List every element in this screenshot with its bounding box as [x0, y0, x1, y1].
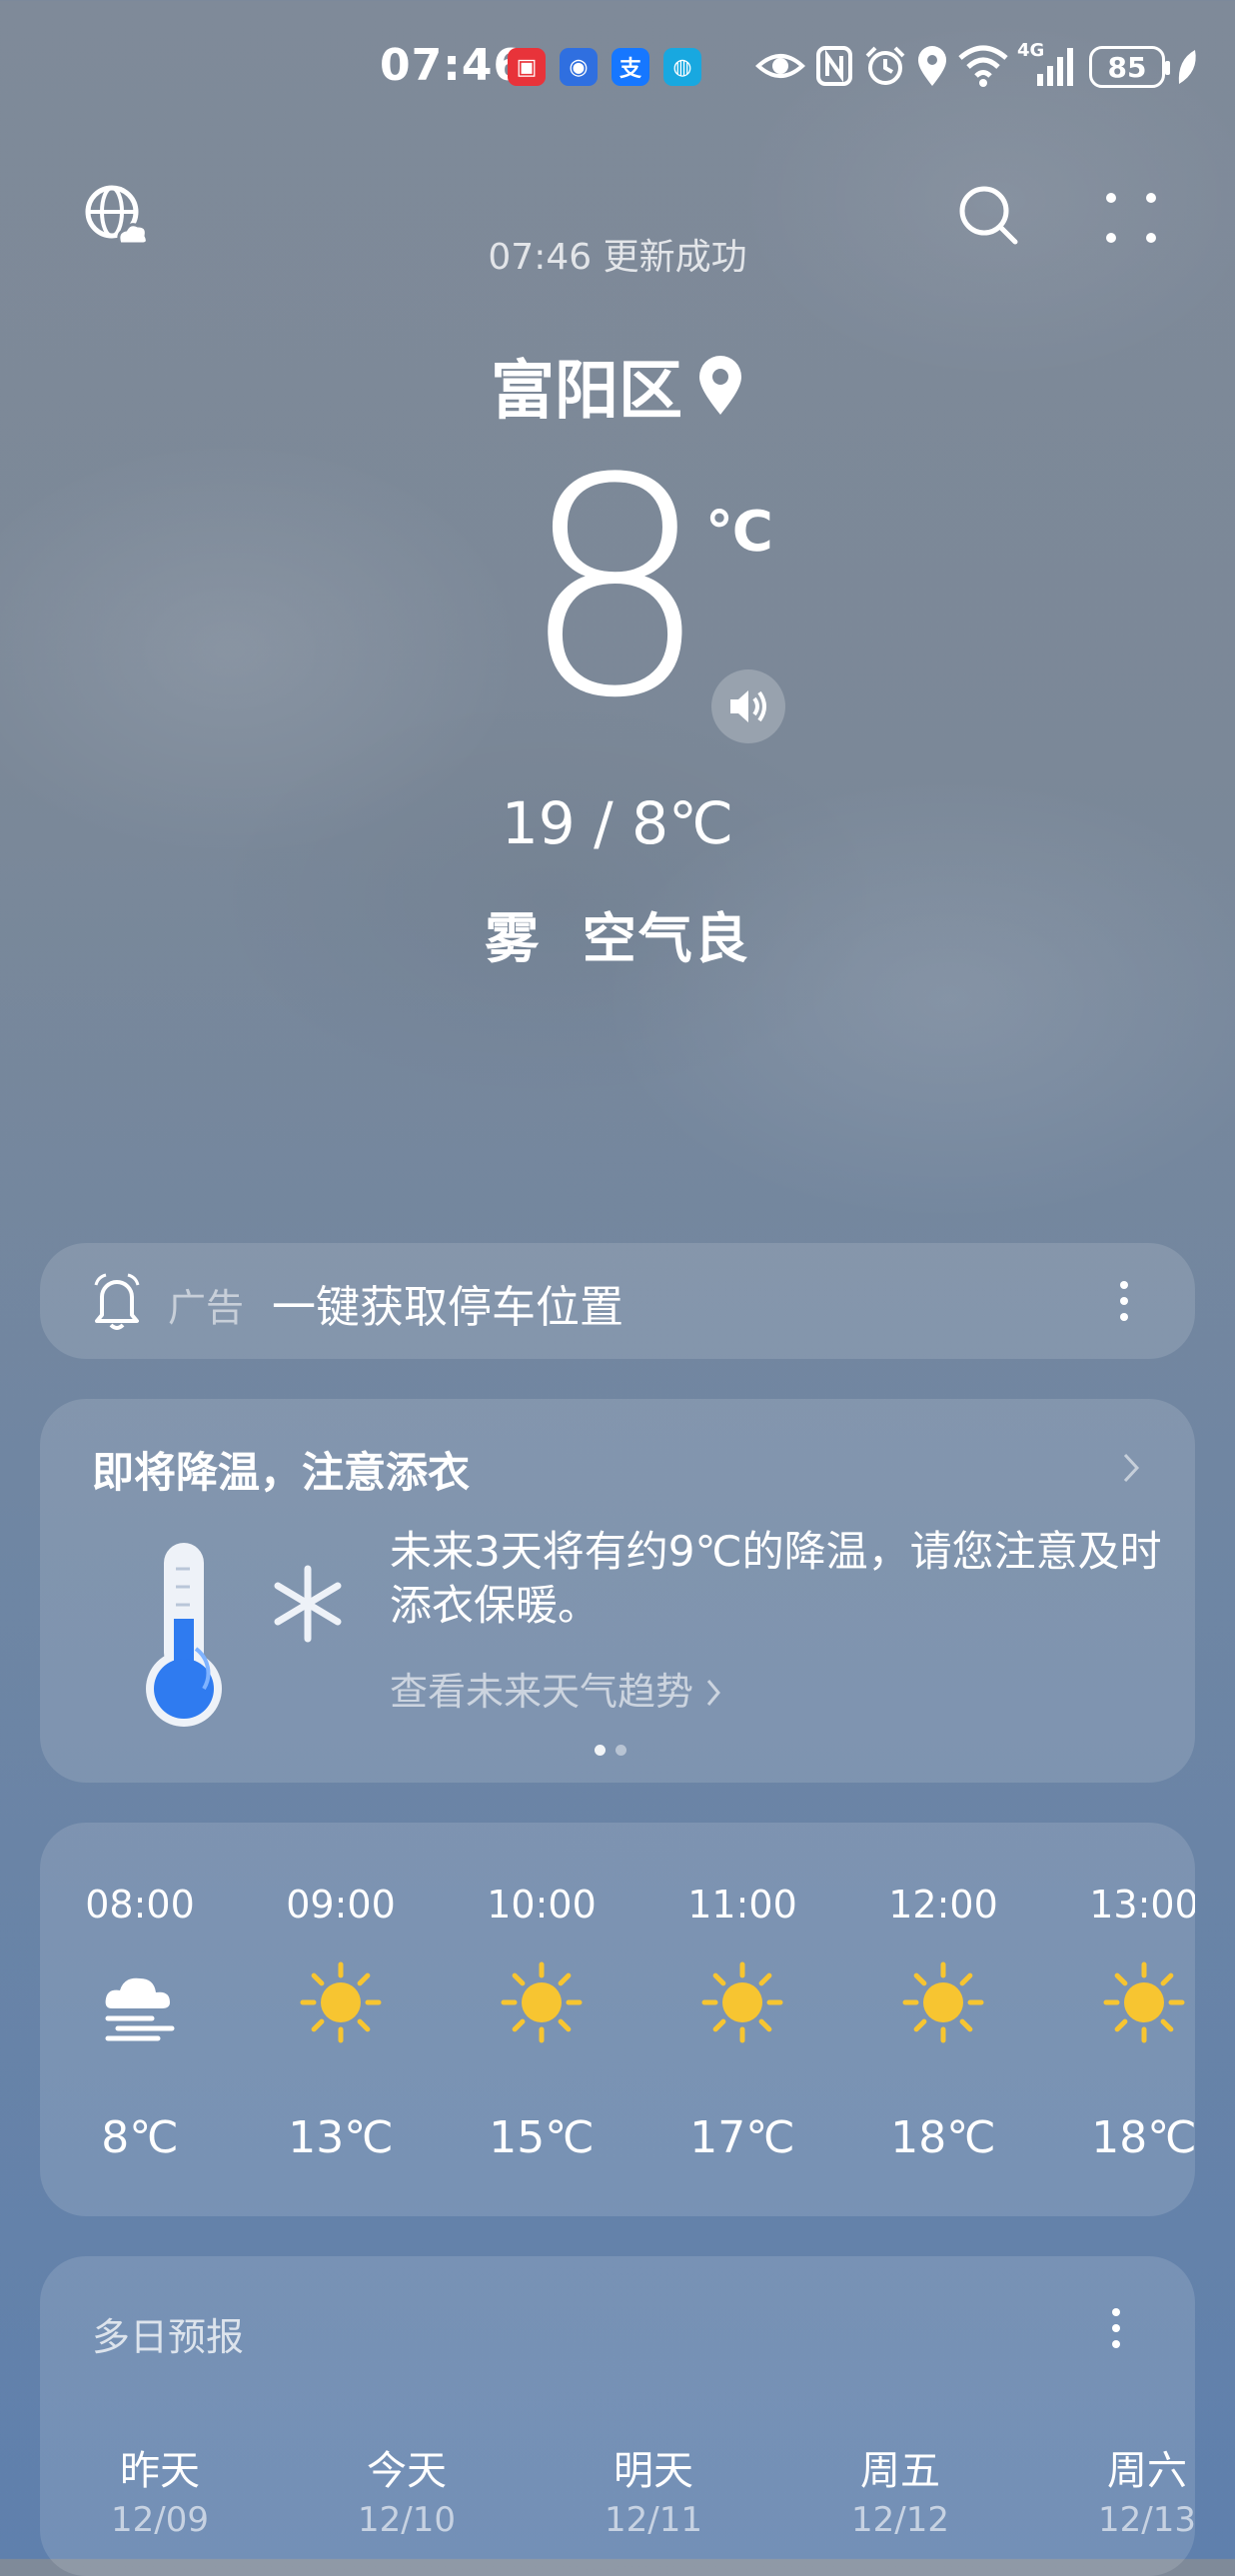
- day-name: 周五: [860, 2448, 940, 2494]
- location-pin-icon: [699, 356, 741, 415]
- chevron-right-icon[interactable]: [1121, 1451, 1141, 1485]
- day-name: 周六: [1107, 2448, 1187, 2494]
- sun-icon: [501, 1961, 583, 2043]
- nfc-icon: [816, 46, 852, 86]
- day-date: 12/13: [1098, 2500, 1196, 2540]
- more-menu-icon[interactable]: [1099, 186, 1163, 250]
- weather-trend-link-label: 查看未来天气趋势: [390, 1670, 694, 1714]
- sun-icon: [701, 1961, 783, 2043]
- hour-temperature: 18℃: [890, 2112, 996, 2163]
- location-icon: [918, 46, 946, 86]
- status-time: 07:46: [380, 40, 526, 91]
- thermometer-snowflake-icon: [146, 1543, 342, 1727]
- fog-cloud-icon: [105, 1977, 175, 2041]
- temperature-unit: ℃: [705, 500, 773, 565]
- leaf-icon: [1178, 50, 1196, 84]
- day-name: 昨天: [120, 2448, 200, 2494]
- link-chevron-icon: [706, 1680, 721, 1706]
- blue-app-icon: ◉: [560, 48, 598, 86]
- hour-temperature: 18℃: [1091, 2112, 1195, 2163]
- ad-card[interactable]: 广告 一键获取停车位置: [40, 1243, 1195, 1359]
- day-date: 12/12: [851, 2500, 949, 2540]
- bell-icon: [94, 1273, 140, 1330]
- sun-icon: [902, 1961, 984, 2043]
- hourly-forecast-card[interactable]: 08:00 8℃ 09:00 13℃ 10:00 15℃ 11:00 17℃ 12:00 18℃ 1…: [40, 1823, 1195, 2216]
- browser-icon: ◍: [663, 48, 701, 86]
- hour-time: 11:00: [687, 1883, 797, 1927]
- voice-broadcast-button[interactable]: [711, 669, 785, 743]
- hour-time: 08:00: [85, 1883, 195, 1927]
- page-indicator: [595, 1745, 626, 1756]
- day-date: 12/10: [358, 2500, 456, 2540]
- ad-text: 一键获取停车位置: [272, 1282, 623, 1333]
- wifi-icon: [958, 45, 1008, 87]
- battery-indicator: 85: [1089, 46, 1170, 88]
- ad-more-icon[interactable]: [1119, 1273, 1129, 1329]
- hour-time: 12:00: [888, 1883, 998, 1927]
- red-app-icon: ▣: [508, 48, 546, 86]
- hour-time: 09:00: [286, 1883, 396, 1927]
- weather-condition: 雾 空气良: [485, 907, 750, 970]
- hour-temperature: 15℃: [489, 2112, 595, 2163]
- hour-temperature: 13℃: [288, 2112, 394, 2163]
- day-date: 12/11: [605, 2500, 702, 2540]
- alarm-icon: [865, 46, 905, 85]
- hour-time: 13:00: [1089, 1883, 1195, 1927]
- search-icon[interactable]: [957, 184, 1021, 248]
- multi-day-more-icon[interactable]: [1111, 2306, 1121, 2350]
- page-dot-active: [595, 1745, 606, 1756]
- page-dot: [616, 1745, 626, 1756]
- signal-icon: [1037, 48, 1073, 86]
- hour-temperature: 8℃: [101, 2112, 179, 2163]
- current-temperature: 8: [520, 415, 710, 763]
- hour-time: 10:00: [487, 1883, 597, 1927]
- temperature-range: 19 / 8℃: [501, 789, 734, 857]
- sun-icon: [300, 1961, 382, 2043]
- day-name: 今天: [367, 2448, 447, 2494]
- day-name: 明天: [614, 2448, 693, 2494]
- eye-icon: [755, 54, 805, 78]
- alert-body: 未来3天将有约9℃的降温，请您注意及时添衣保暖。: [390, 1527, 1162, 1630]
- weather-trend-link[interactable]: 查看未来天气趋势: [390, 1661, 721, 1716]
- ad-label: 广告: [168, 1286, 245, 1330]
- speaker-icon: [730, 690, 766, 722]
- update-status: 07:46 更新成功: [488, 237, 747, 278]
- alipay-icon: 支: [612, 48, 649, 86]
- weather-alert-card[interactable]: 即将降温，注意添衣 未来3天将有约9℃的降温，请您注意及时添衣保暖。 查看未来天…: [40, 1399, 1195, 1783]
- day-date: 12/09: [111, 2500, 209, 2540]
- sun-icon: [1103, 1961, 1185, 2043]
- alert-title: 即将降温，注意添衣: [92, 1448, 471, 1497]
- hour-temperature: 17℃: [689, 2112, 795, 2163]
- multi-day-title: 多日预报: [92, 2315, 245, 2359]
- multi-day-forecast-card[interactable]: 多日预报 昨天 12/09 今天 12/10 明天 12/11 周五 12/12 周六 12/13: [40, 2256, 1196, 2576]
